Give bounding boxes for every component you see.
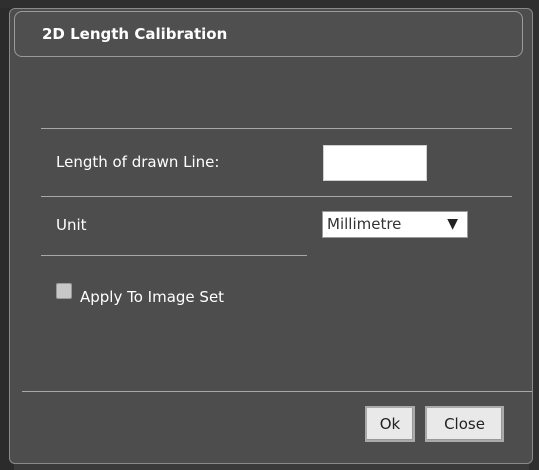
unit-select[interactable]: Millimetre ▼: [322, 211, 468, 238]
divider-footer: [22, 391, 532, 392]
background-panel-top: [0, 0, 539, 8]
dropdown-arrow-icon: ▼: [447, 216, 458, 232]
dialog-title: 2D Length Calibration: [42, 25, 228, 43]
apply-image-set-label[interactable]: Apply To Image Set: [80, 288, 224, 306]
ok-button[interactable]: Ok: [365, 406, 415, 442]
length-input[interactable]: [323, 145, 427, 181]
apply-image-set-checkbox[interactable]: [56, 283, 72, 299]
length-label: Length of drawn Line:: [56, 153, 220, 171]
close-button[interactable]: Close: [425, 406, 504, 442]
divider-top: [41, 128, 512, 129]
divider-middle: [41, 196, 512, 197]
unit-label: Unit: [56, 216, 87, 234]
unit-selected-value: Millimetre: [327, 215, 402, 233]
divider-unit: [41, 255, 307, 256]
